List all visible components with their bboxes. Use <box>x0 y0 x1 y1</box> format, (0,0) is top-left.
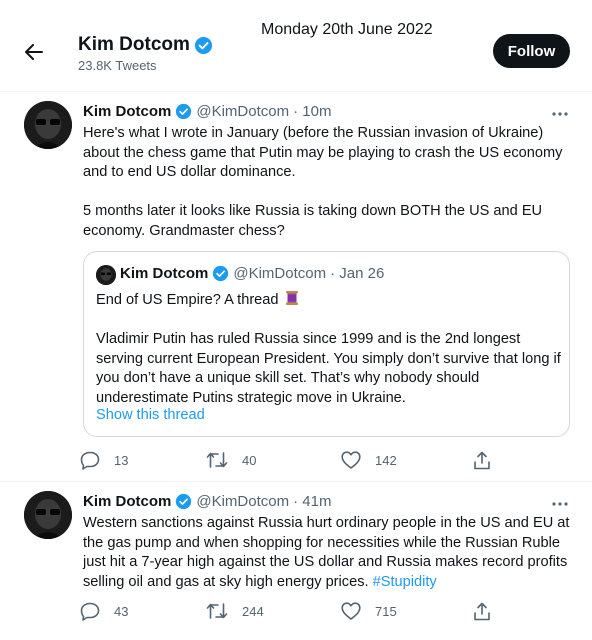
reply-count: 13 <box>114 453 129 468</box>
quoted-tweet[interactable]: Kim Dotcom @KimDotcom · Jan 26 End of US… <box>83 251 570 437</box>
retweet-icon <box>206 603 228 619</box>
reply-icon <box>80 451 100 470</box>
author-handle[interactable]: @KimDotcom <box>196 493 289 510</box>
tweet-text-line: underestimate Putins strategic move in U… <box>96 389 406 406</box>
show-thread-link[interactable]: Show this thread <box>96 407 205 423</box>
retweet-count: 40 <box>242 452 257 468</box>
arrow-left-icon <box>25 44 43 60</box>
tweet-text-line: about the chess game that Putin may be p… <box>83 144 563 161</box>
author-handle[interactable]: @KimDotcom <box>196 103 289 120</box>
avatar-image <box>24 101 72 149</box>
author-name: Kim Dotcom <box>120 265 209 282</box>
tweet-text-line-content: selling oil and gas at sky high energy p… <box>83 573 373 590</box>
more-dots-icon <box>552 112 568 116</box>
tweet-text-line: selling oil and gas at sky high energy p… <box>83 573 573 593</box>
like-count: 142 <box>375 452 397 468</box>
tweet-count: 23.8K Tweets <box>78 58 157 73</box>
profile-name-text: Kim Dotcom <box>78 34 190 55</box>
reply-button[interactable]: 43 <box>80 602 128 621</box>
thread-spool-emoji <box>285 291 298 305</box>
tweet-time[interactable]: · 10m <box>293 103 331 120</box>
reply-icon <box>80 602 100 621</box>
profile-header: Kim Dotcom 23.8K Tweets Monday 20th June… <box>0 0 592 92</box>
retweet-button[interactable]: 40 <box>206 451 256 469</box>
hashtag-link[interactable]: #Stupidity <box>373 574 437 590</box>
share-button[interactable] <box>473 451 505 470</box>
tweet-card[interactable]: Kim Dotcom @KimDotcom · 41m Western sanc… <box>0 483 592 640</box>
tweet-text-line: 5 months later it looks like Russia is t… <box>83 203 543 220</box>
share-icon <box>474 602 490 621</box>
tweet-text-line: Here's what I wrote in January (before t… <box>83 125 544 141</box>
heart-icon <box>341 602 361 620</box>
avatar[interactable] <box>24 491 72 539</box>
profile-name: Kim Dotcom <box>78 34 213 56</box>
tweet-text-line-content: End of US Empire? A thread <box>96 292 279 308</box>
retweet-button[interactable]: 244 <box>206 602 264 620</box>
author-handle: @KimDotcom <box>233 265 327 282</box>
follow-button[interactable]: Follow <box>493 34 570 68</box>
share-icon <box>474 451 490 470</box>
retweet-count: 244 <box>242 603 264 619</box>
tweet-text-line: just hit a 7-year high against the US do… <box>83 554 568 571</box>
quoted-tweet-text: End of US Empire? A thread Vladimir Puti… <box>96 290 566 409</box>
avatar-image <box>24 491 72 539</box>
quoted-tweet-header: Kim Dotcom @KimDotcom · Jan 26 <box>120 265 384 282</box>
more-button[interactable] <box>549 106 571 122</box>
tweet-text-line: Vladimir Putin has ruled Russia since 19… <box>96 331 521 348</box>
tweet-text-line: you don’t have a unique skill set. That’… <box>96 370 480 387</box>
verified-badge-icon <box>194 36 212 54</box>
tweet-text-line: economy. Grandmaster chess? <box>83 222 285 239</box>
avatar <box>96 265 116 285</box>
verified-badge-icon <box>176 493 192 510</box>
tweet-text: Here's what I wrote in January (before t… <box>83 124 573 242</box>
tweet-header: Kim Dotcom @KimDotcom · 41m <box>83 493 331 510</box>
avatar[interactable] <box>24 101 72 149</box>
like-button[interactable]: 715 <box>341 602 397 620</box>
back-button[interactable] <box>18 38 50 66</box>
tweet-header: Kim Dotcom @KimDotcom · 10m <box>83 103 331 120</box>
more-button[interactable] <box>549 496 571 512</box>
like-button[interactable]: 142 <box>341 451 397 469</box>
verified-badge-icon <box>213 265 229 282</box>
tweet-actions: 43 244 715 <box>80 602 500 622</box>
tweet-text-line: Western sanctions against Russia hurt or… <box>83 515 570 531</box>
author-name[interactable]: Kim Dotcom <box>83 493 171 510</box>
reply-button[interactable]: 13 <box>80 451 128 470</box>
more-dots-icon <box>552 502 568 506</box>
tweet-text-line: End of US Empire? A thread <box>96 290 566 311</box>
tweet-card[interactable]: Kim Dotcom @KimDotcom · 10m Here's what … <box>0 93 592 482</box>
reply-count: 43 <box>114 604 129 619</box>
heart-icon <box>341 451 361 469</box>
tweet-text: Western sanctions against Russia hurt or… <box>83 514 573 592</box>
tweet-text-line: and to end US dollar dominance. <box>83 164 296 181</box>
date-caption: Monday 20th June 2022 <box>261 21 433 38</box>
tweet-actions: 13 40 142 <box>80 451 500 471</box>
avatar-image <box>96 265 116 285</box>
like-count: 715 <box>375 603 397 619</box>
tweet-time: · Jan 26 <box>330 265 385 282</box>
share-button[interactable] <box>473 602 505 621</box>
author-name[interactable]: Kim Dotcom <box>83 103 171 120</box>
tweet-text-line: serving current European President. You … <box>96 350 561 367</box>
verified-badge-icon <box>176 103 192 120</box>
retweet-icon <box>206 452 228 468</box>
tweet-time[interactable]: · 41m <box>293 493 331 510</box>
tweet-text-line: the gas pump and when shopping for neces… <box>83 534 561 551</box>
